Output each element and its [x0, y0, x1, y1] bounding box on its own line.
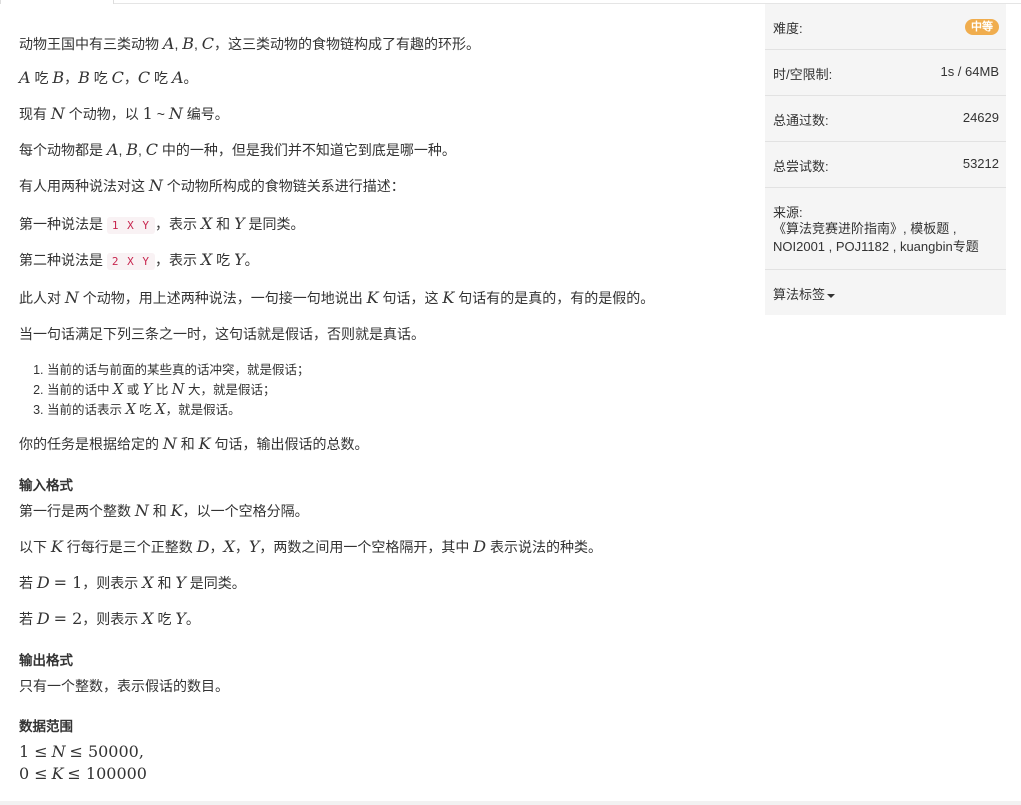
tab-active[interactable]	[0, 0, 114, 4]
intro-text: 动物王国中有三类动物 A, B, C，这三类动物的食物链构成了有趣的环形。	[19, 34, 481, 53]
food-chain-text: A 吃 B，B 吃 C，C 吃 A。	[19, 68, 198, 87]
data-range-heading: 数据范围	[19, 719, 73, 734]
condition-list: 当前的话与前面的某些真的话冲突，就是假话； 当前的话中 X 或 Y 比 N 大，…	[19, 360, 310, 420]
describe-text: 有人用两种说法对这 N 个动物所构成的食物链关系进行描述：	[19, 176, 405, 195]
list-item: 当前的话中 X 或 Y 比 N 大，就是假话；	[47, 380, 310, 400]
rule-text: 当一句话满足下列三条之一时，这句话就是假话，否则就是真话。	[19, 326, 425, 342]
list-item: 当前的话与前面的某些真的话冲突，就是假话；	[47, 360, 310, 380]
tags-label: 算法标签	[773, 287, 826, 302]
animal-kind-text: 每个动物都是 A, B, C 中的一种，但是我们并不知道它到底是哪一种。	[19, 140, 456, 159]
output-format-heading: 输出格式	[19, 653, 73, 668]
second-statement-text: 第二种说法是 2 X Y ，表示 X 吃 Y。	[19, 250, 259, 270]
first-statement-text: 第一种说法是 1 X Y ，表示 X 和 Y 是同类。	[19, 214, 305, 234]
passed-label: 总通过数:	[773, 113, 829, 128]
input-line-2: 以下 K 行每行是三个正整数 D，X，Y，两数之间用一个空格隔开，其中 D 表示…	[19, 537, 603, 556]
input-line-1: 第一行是两个整数 N 和 K，以一个空格分隔。	[19, 501, 309, 520]
code-snippet: 1 X Y	[106, 217, 156, 234]
person-text: 此人对 N 个动物，用上述两种说法，一句接一句地说出 K 句话，这 K 句话有的…	[19, 288, 655, 307]
tags-row: 算法标签	[765, 270, 1006, 315]
tags-toggle[interactable]: 算法标签	[773, 284, 836, 303]
range-line-2: 0 ≤ K ≤ 100000	[19, 764, 147, 783]
bottom-bar	[0, 801, 1021, 805]
source-label: 来源:	[773, 205, 803, 220]
input-line-3: 若 D = 1，则表示 X 和 Y 是同类。	[19, 573, 246, 592]
limit-label: 时/空限制:	[773, 67, 833, 82]
input-format-heading: 输入格式	[19, 478, 73, 493]
task-text: 你的任务是根据给定的 N 和 K 句话，输出假话的总数。	[19, 434, 369, 453]
tried-row: 总尝试数: 53212	[765, 142, 1006, 188]
output-line-1: 只有一个整数，表示假话的数目。	[19, 678, 229, 694]
limit-value: 1s / 64MB	[940, 64, 999, 79]
passed-count: 24629	[962, 110, 999, 125]
difficulty-row: 难度: 中等	[765, 4, 1006, 50]
limit-row: 时/空限制: 1s / 64MB	[765, 50, 1006, 96]
list-item: 当前的话表示 X 吃 X，就是假话。	[47, 400, 310, 420]
range-line-1: 1 ≤ N ≤ 50000,	[19, 742, 144, 761]
caret-down-icon	[827, 293, 836, 298]
problem-info-sidebar: 难度: 中等 时/空限制: 1s / 64MB 总通过数: 24629 总尝试数…	[765, 4, 1006, 315]
difficulty-label: 难度:	[773, 21, 803, 36]
input-line-4: 若 D = 2，则表示 X 吃 Y。	[19, 609, 200, 628]
difficulty-badge: 中等	[965, 19, 999, 35]
tried-count: 53212	[962, 156, 999, 171]
code-snippet: 2 X Y	[106, 253, 156, 270]
tried-label: 总尝试数:	[773, 159, 829, 174]
passed-row: 总通过数: 24629	[765, 96, 1006, 142]
animal-count-text: 现有 N 个动物，以 1 ~ N 编号。	[19, 104, 229, 123]
source-link[interactable]: 《算法竞赛进阶指南》, 模板题 , NOI2001 , POJ1182 , ku…	[773, 220, 988, 256]
source-row: 来源: 《算法竞赛进阶指南》, 模板题 , NOI2001 , POJ1182 …	[765, 188, 1006, 270]
